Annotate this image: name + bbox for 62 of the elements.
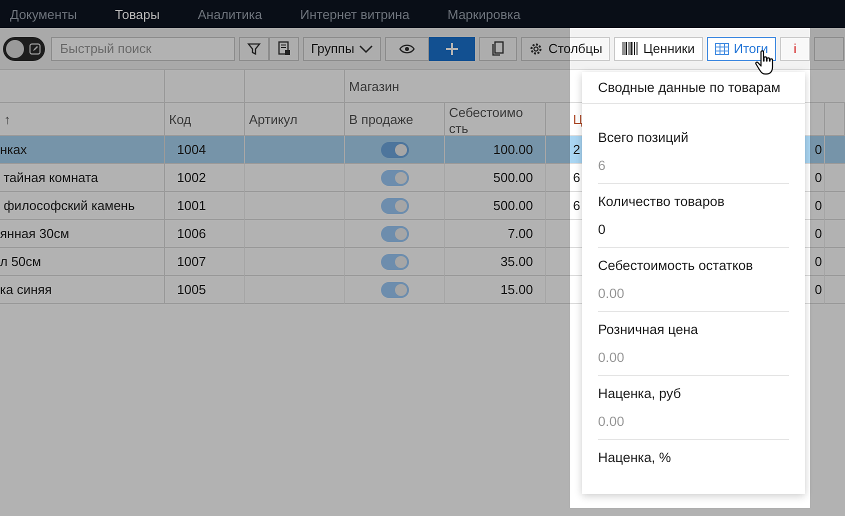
table-cell: философский камень xyxy=(0,192,165,220)
table-cell: 1006 xyxy=(165,220,245,248)
nav-tab[interactable]: Маркировка xyxy=(447,6,520,22)
table-cell: 1007 xyxy=(165,248,245,276)
copy-button[interactable] xyxy=(479,36,518,60)
barcode-icon xyxy=(622,42,638,55)
table-cell: 1004 xyxy=(165,136,245,164)
table-cell: 1001 xyxy=(165,192,245,220)
summary-value: 0.00 xyxy=(598,350,626,367)
on-sale-switch[interactable] xyxy=(380,282,408,298)
table-cell: 35.00 xyxy=(445,248,546,276)
table-cell: 500.00 xyxy=(445,164,546,192)
filter-button[interactable] xyxy=(239,36,269,60)
copy-icon xyxy=(492,41,504,56)
add-button[interactable] xyxy=(429,36,476,60)
table-cell: 7.00 xyxy=(445,220,546,248)
nav-tab[interactable]: Аналитика xyxy=(198,6,262,22)
table-cell: 100.00 xyxy=(445,136,546,164)
info-button[interactable]: i xyxy=(780,36,810,60)
on-sale-switch[interactable] xyxy=(380,198,408,214)
groups-dropdown[interactable]: Группы xyxy=(303,36,382,60)
summary-value: 0.00 xyxy=(598,286,626,303)
mode-toggle[interactable] xyxy=(3,36,45,60)
summary-value: 0.00 xyxy=(598,414,626,431)
eye-icon xyxy=(399,42,416,54)
summary-label: Наценка, % xyxy=(598,450,672,467)
columns-button[interactable]: Столбцы xyxy=(521,36,610,60)
summary-label: Розничная цена xyxy=(598,322,700,339)
edit-icon xyxy=(29,42,41,54)
table-cell: тайная комната xyxy=(0,164,165,192)
nav-tab[interactable]: Интернет витрина xyxy=(300,6,410,22)
table-cell: ка синяя xyxy=(0,276,165,304)
table-cell: 15.00 xyxy=(445,276,546,304)
view-button[interactable] xyxy=(385,36,430,60)
summary-label: Себестоимость остатков xyxy=(598,258,754,275)
nav-tab[interactable]: Товары xyxy=(115,6,160,22)
gear-icon xyxy=(529,42,544,56)
plus-icon xyxy=(445,42,460,56)
group-header: Магазин xyxy=(349,78,400,94)
summary-label: Количество товаров xyxy=(598,194,726,211)
filter-icon xyxy=(247,42,261,56)
on-sale-switch[interactable] xyxy=(380,142,408,158)
nav-tab[interactable]: Документы xyxy=(10,6,78,22)
totals-button[interactable]: Итоги xyxy=(706,36,776,60)
table-cell: янная 30см xyxy=(0,220,165,248)
on-sale-switch[interactable] xyxy=(380,170,408,186)
summary-label: Наценка, руб xyxy=(598,386,682,403)
report-button[interactable] xyxy=(269,36,299,60)
on-sale-switch[interactable] xyxy=(380,254,408,270)
search-field[interactable]: Быстрый поиск xyxy=(51,36,235,60)
table-cell: 500.00 xyxy=(445,192,546,220)
table-cell: нках xyxy=(0,136,165,164)
document-icon xyxy=(277,41,291,56)
table-icon xyxy=(714,42,729,54)
price-tags-button[interactable]: Ценники xyxy=(614,36,703,60)
table-cell: л 50см xyxy=(0,248,165,276)
table-cell: 1005 xyxy=(165,276,245,304)
toolbar-button[interactable] xyxy=(814,36,844,60)
on-sale-switch[interactable] xyxy=(380,226,408,242)
table-cell: 1002 xyxy=(165,164,245,192)
chevron-down-icon xyxy=(359,44,374,54)
summary-value: 0 xyxy=(598,222,607,239)
